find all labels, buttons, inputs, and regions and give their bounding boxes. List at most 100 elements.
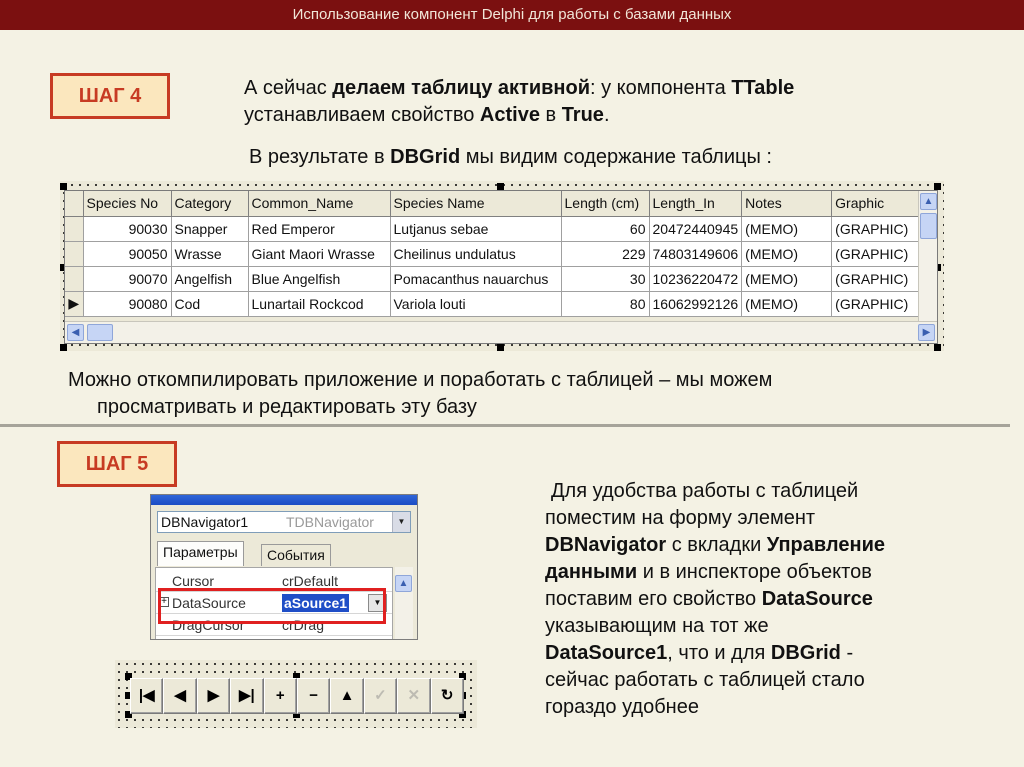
table-row[interactable]: 90030 Snapper Red Emperor Lutjanus sebae… (65, 216, 921, 242)
grid-cell[interactable]: Snapper (171, 216, 249, 242)
delete-record-icon[interactable]: − (296, 678, 331, 714)
selection-handle[interactable] (497, 183, 504, 190)
grid-cell[interactable]: (MEMO) (741, 266, 833, 292)
first-record-icon[interactable]: |◀ (130, 678, 164, 714)
column-header[interactable]: Length (cm) (561, 191, 650, 217)
scroll-up-icon[interactable]: ▲ (920, 193, 937, 210)
scroll-left-icon[interactable]: ◀ (67, 324, 84, 341)
component-type: TDBNavigator (286, 514, 374, 530)
text-bold: True (561, 104, 604, 126)
grid-cell[interactable]: Lutjanus sebae (390, 216, 562, 242)
grid-cell[interactable]: Giant Maori Wrasse (248, 241, 391, 267)
prior-record-icon[interactable]: ◀ (163, 678, 197, 714)
grid-cell[interactable]: 74803149606 (649, 241, 743, 267)
grid-cell[interactable]: 10236220472 (649, 266, 743, 292)
grid-cell[interactable]: Lunartail Rockcod (248, 291, 391, 317)
text-run: в (539, 104, 562, 126)
grid-cell[interactable]: Red Emperor (248, 216, 391, 242)
component-selector[interactable]: DBNavigator1 TDBNavigator ▼ (157, 511, 411, 533)
edit-record-icon[interactable]: ▲ (330, 678, 364, 714)
grid-cell[interactable]: 80 (561, 291, 650, 317)
grid-cell[interactable]: (GRAPHIC) (831, 291, 921, 317)
grid-cell[interactable]: 60 (561, 216, 650, 242)
step4-paragraph-2: В результате в DBGrid мы видим содержани… (249, 144, 949, 171)
selection-handle[interactable] (497, 344, 504, 351)
column-header[interactable]: Species Name (390, 191, 562, 217)
grid-cell[interactable]: Blue Angelfish (248, 266, 391, 292)
post-record-icon[interactable]: ✓ (363, 678, 398, 714)
insert-record-icon[interactable]: + (263, 678, 297, 714)
component-name: DBNavigator1 (161, 514, 249, 530)
highlight-box (158, 588, 386, 624)
scroll-thumb[interactable] (920, 213, 937, 239)
grid-cell[interactable]: 90050 (83, 241, 172, 267)
row-indicator[interactable] (65, 216, 84, 242)
inspector-scrollbar[interactable]: ▲ (395, 567, 413, 639)
text-run: , что и для (667, 642, 771, 664)
grid-cell[interactable]: (GRAPHIC) (831, 266, 921, 292)
grid-cell[interactable]: Wrasse (171, 241, 249, 267)
column-header[interactable]: Category (171, 191, 249, 217)
text-run: мы видим содержание таблицы : (460, 146, 772, 168)
text-run: Для удобства работы с таблицей (551, 480, 859, 502)
horizontal-scrollbar[interactable]: ◀ ▶ (65, 321, 937, 343)
grid-cell[interactable]: 90080 (83, 291, 172, 317)
dbgrid[interactable]: Species No Category Common_Name Species … (64, 190, 938, 344)
slide-title: Использование компонент Delphi для работ… (292, 6, 732, 23)
row-indicator[interactable] (65, 241, 84, 267)
column-header[interactable]: Common_Name (248, 191, 391, 217)
scroll-right-icon[interactable]: ▶ (918, 324, 935, 341)
column-header[interactable]: Length_In (649, 191, 743, 217)
next-record-icon[interactable]: ▶ (196, 678, 231, 714)
scroll-thumb[interactable] (87, 324, 113, 341)
selection-handle[interactable] (60, 344, 67, 351)
grid-cell[interactable]: 229 (561, 241, 650, 267)
grid-cell[interactable]: (GRAPHIC) (831, 216, 921, 242)
text-run: - (840, 642, 854, 664)
grid-cell[interactable]: Pomacanthus nauarchus (390, 266, 562, 292)
selection-handle[interactable] (60, 183, 67, 190)
table-row[interactable]: ▶ 90080 Cod Lunartail Rockcod Variola lo… (65, 291, 921, 317)
table-row[interactable]: 90050 Wrasse Giant Maori Wrasse Cheilinu… (65, 241, 921, 267)
step4-badge: ШАГ 4 (50, 73, 170, 119)
column-header[interactable]: Notes (741, 191, 833, 217)
column-header[interactable]: Graphic (831, 191, 921, 217)
grid-cell[interactable]: 16062992126 (649, 291, 743, 317)
inspector-title-bar[interactable] (151, 495, 417, 505)
text-run: сейчас работать с таблицей стало (545, 669, 865, 691)
refresh-icon[interactable]: ↻ (430, 678, 464, 714)
grid-cell[interactable]: Cheilinus undulatus (390, 241, 562, 267)
tab-events[interactable]: События (261, 544, 331, 566)
text-run: Можно откомпилировать приложение и пораб… (68, 369, 773, 391)
column-header[interactable]: Species No (83, 191, 172, 217)
selection-handle[interactable] (934, 183, 941, 190)
cancel-edit-icon[interactable]: ✕ (397, 678, 431, 714)
grid-cell[interactable]: Cod (171, 291, 249, 317)
grid-cell[interactable]: 30 (561, 266, 650, 292)
chevron-down-icon[interactable]: ▼ (392, 512, 410, 532)
grid-cell[interactable]: (MEMO) (741, 241, 833, 267)
grid-cell[interactable]: 90030 (83, 216, 172, 242)
grid-cell[interactable]: (MEMO) (741, 216, 833, 242)
tab-properties[interactable]: Параметры (157, 541, 244, 566)
row-indicator[interactable] (65, 266, 84, 292)
grid-cell[interactable]: (GRAPHIC) (831, 241, 921, 267)
table-row[interactable]: 90070 Angelfish Blue Angelfish Pomacanth… (65, 266, 921, 292)
last-record-icon[interactable]: ▶| (230, 678, 264, 714)
grid-cell[interactable]: 20472440945 (649, 216, 743, 242)
section-divider (0, 424, 1010, 427)
grid-cell[interactable]: 90070 (83, 266, 172, 292)
grid-header-row: Species No Category Common_Name Species … (65, 191, 921, 217)
current-row-indicator[interactable]: ▶ (65, 291, 84, 317)
text-run: и в инспекторе объектов (637, 561, 872, 583)
grid-cell[interactable]: Variola louti (390, 291, 562, 317)
selection-handle[interactable] (934, 344, 941, 351)
text-bold: DBGrid (770, 642, 841, 664)
slide-header: Использование компонент Delphi для работ… (0, 0, 1024, 30)
grid-cell[interactable]: Angelfish (171, 266, 249, 292)
grid-cell[interactable]: (MEMO) (741, 291, 833, 317)
text-bold: DBNavigator (545, 534, 667, 556)
grid-table: Species No Category Common_Name Species … (65, 191, 921, 317)
scroll-up-icon[interactable]: ▲ (395, 575, 412, 592)
vertical-scrollbar[interactable]: ▲ (918, 191, 937, 321)
